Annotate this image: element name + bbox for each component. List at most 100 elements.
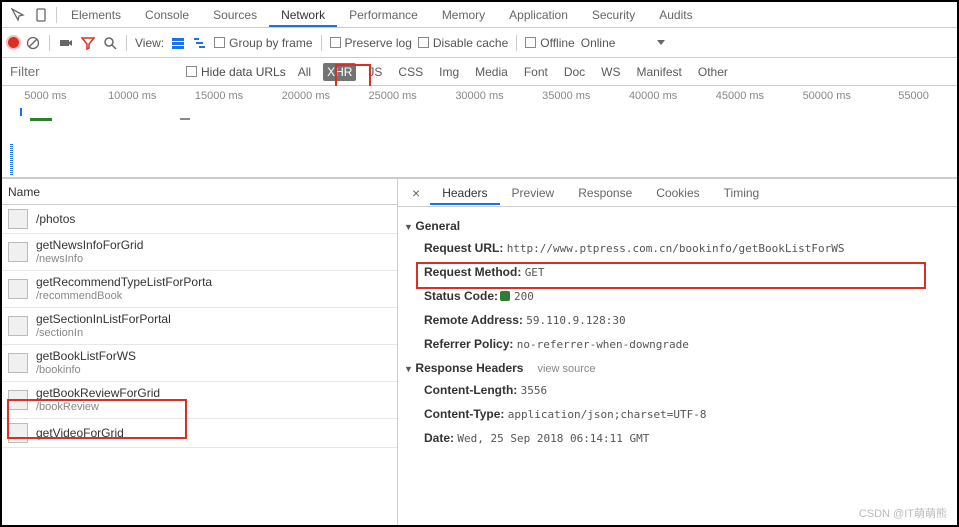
timeline-tick: 45000 ms [697, 90, 784, 102]
request-url: Request URL: http://www.ptpress.com.cn/b… [424, 241, 951, 255]
throttling-select[interactable]: Online [581, 36, 616, 50]
status-code: Status Code:200 [424, 289, 951, 303]
filter-js[interactable]: JS [364, 63, 386, 81]
filter-doc[interactable]: Doc [560, 63, 589, 81]
request-row[interactable]: getBookReviewForGrid/bookReview [2, 382, 397, 419]
detail-tabs: × Headers Preview Response Cookies Timin… [398, 179, 957, 207]
overview-timeline[interactable]: 5000 ms 10000 ms 15000 ms 20000 ms 25000… [2, 86, 957, 178]
tab-preview[interactable]: Preview [500, 181, 567, 205]
filter-xhr[interactable]: XHR [323, 63, 356, 81]
timeline-tick: 20000 ms [262, 90, 349, 102]
timeline-tick: 50000 ms [783, 90, 870, 102]
tab-memory[interactable]: Memory [430, 3, 497, 27]
request-row[interactable]: getSectionInListForPortal/sectionIn [2, 308, 397, 345]
group-by-frame[interactable]: Group by frame [214, 36, 312, 50]
hide-data-urls[interactable]: Hide data URLs [186, 65, 286, 79]
request-path: /recommendBook [36, 289, 212, 303]
section-response-headers[interactable]: Response Headersview source [404, 361, 951, 375]
tab-response[interactable]: Response [566, 181, 644, 205]
camera-icon[interactable] [58, 35, 74, 51]
request-name: getSectionInListForPortal [36, 312, 171, 326]
request-list-pane: Name /photos getNewsInfoForGrid/newsInfo… [2, 179, 398, 525]
separator [321, 35, 322, 51]
timeline-tick: 5000 ms [2, 90, 89, 102]
checkbox-icon[interactable] [418, 37, 429, 48]
request-name: getRecommendTypeListForPorta [36, 275, 212, 289]
view-source-link[interactable]: view source [537, 363, 595, 375]
tab-sources[interactable]: Sources [201, 3, 269, 27]
timeline-tick: 25000 ms [349, 90, 436, 102]
tab-network[interactable]: Network [269, 3, 337, 27]
request-row[interactable]: getVideoForGrid [2, 419, 397, 448]
timeline-marker [20, 108, 22, 116]
timeline-tick: 15000 ms [176, 90, 263, 102]
large-rows-icon[interactable] [170, 35, 186, 51]
timeline-tick: 10000 ms [89, 90, 176, 102]
inspect-icon[interactable] [6, 4, 30, 26]
tab-headers[interactable]: Headers [430, 181, 499, 205]
timeline-tick: 30000 ms [436, 90, 523, 102]
devtools-tabs: Elements Console Sources Network Perform… [2, 2, 957, 28]
checkbox-icon[interactable] [186, 66, 197, 77]
file-icon [8, 423, 28, 443]
filter-css[interactable]: CSS [394, 63, 427, 81]
filter-ws[interactable]: WS [597, 63, 624, 81]
network-toolbar: View: Group by frame Preserve log Disabl… [2, 28, 957, 58]
timeline-marker [30, 118, 52, 121]
checkbox-icon[interactable] [330, 37, 341, 48]
tab-audits[interactable]: Audits [647, 3, 704, 27]
tab-performance[interactable]: Performance [337, 3, 430, 27]
request-name: getBookListForWS [36, 349, 136, 363]
tab-elements[interactable]: Elements [59, 3, 133, 27]
request-row[interactable]: getBookListForWS/bookinfo [2, 345, 397, 382]
request-name: /photos [36, 212, 75, 226]
filter-input[interactable] [8, 63, 178, 80]
device-icon[interactable] [30, 4, 54, 26]
waterfall-icon[interactable] [192, 35, 208, 51]
separator [49, 35, 50, 51]
checkbox-icon[interactable] [214, 37, 225, 48]
request-path: /bookinfo [36, 363, 136, 377]
timeline-tick: 35000 ms [523, 90, 610, 102]
request-row[interactable]: getNewsInfoForGrid/newsInfo [2, 234, 397, 271]
preserve-log[interactable]: Preserve log [330, 36, 412, 50]
request-name: getVideoForGrid [36, 426, 124, 440]
filter-manifest[interactable]: Manifest [633, 63, 686, 81]
filter-font[interactable]: Font [520, 63, 552, 81]
filter-icon[interactable] [80, 35, 96, 51]
request-method: Request Method: GET [424, 265, 951, 279]
offline-toggle[interactable]: Offline [525, 36, 574, 50]
status-ok-icon [500, 291, 510, 301]
column-header-name[interactable]: Name [2, 179, 397, 205]
file-icon [8, 209, 28, 229]
close-icon[interactable]: × [402, 185, 430, 201]
request-path: /newsInfo [36, 252, 143, 266]
referrer-policy: Referrer Policy: no-referrer-when-downgr… [424, 337, 951, 351]
filter-all[interactable]: All [294, 63, 315, 81]
section-general[interactable]: General [404, 219, 951, 233]
filter-media[interactable]: Media [471, 63, 512, 81]
separator [516, 35, 517, 51]
filter-bar: Hide data URLs All XHR JS CSS Img Media … [2, 58, 957, 86]
request-path: /sectionIn [36, 326, 171, 340]
record-icon[interactable] [8, 37, 19, 48]
tab-cookies[interactable]: Cookies [644, 181, 711, 205]
checkbox-icon[interactable] [525, 37, 536, 48]
search-icon[interactable] [102, 35, 118, 51]
tab-application[interactable]: Application [497, 3, 580, 27]
timeline-marker [10, 144, 13, 176]
tab-console[interactable]: Console [133, 3, 201, 27]
timeline-marker [180, 118, 190, 120]
filter-other[interactable]: Other [694, 63, 732, 81]
clear-icon[interactable] [25, 35, 41, 51]
filter-img[interactable]: Img [435, 63, 463, 81]
chevron-down-icon[interactable] [657, 40, 665, 45]
tab-security[interactable]: Security [580, 3, 647, 27]
disable-cache[interactable]: Disable cache [418, 36, 508, 50]
file-icon [8, 242, 28, 262]
file-icon [8, 316, 28, 336]
tab-timing[interactable]: Timing [712, 181, 772, 205]
request-name: getBookReviewForGrid [36, 386, 160, 400]
request-row[interactable]: /photos [2, 205, 397, 234]
request-row[interactable]: getRecommendTypeListForPorta/recommendBo… [2, 271, 397, 308]
